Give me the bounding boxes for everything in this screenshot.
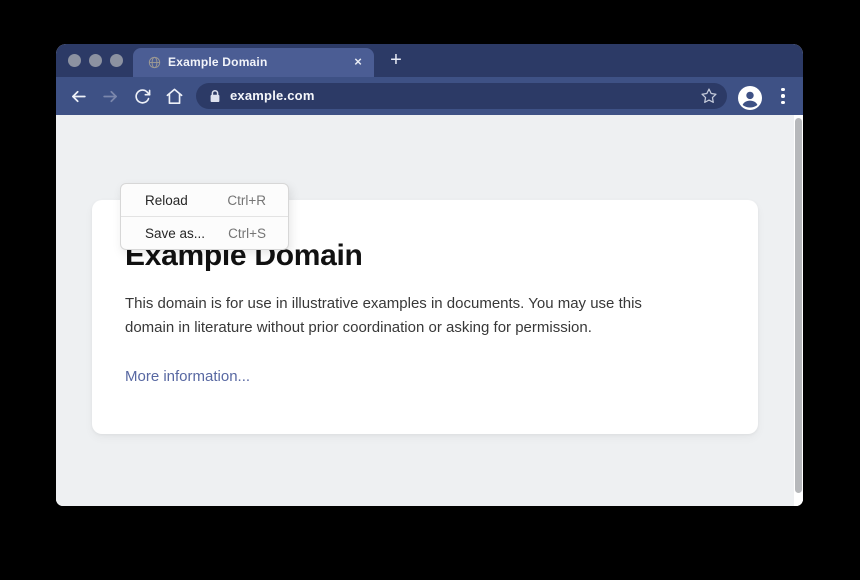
context-menu-item-reload[interactable]: Reload Ctrl+R [121, 184, 288, 216]
page-paragraph: This domain is for use in illustrative e… [125, 292, 725, 340]
menu-item-shortcut: Ctrl+S [228, 226, 266, 241]
window-minimize-button[interactable] [89, 54, 102, 67]
scrollbar-thumb[interactable] [795, 118, 802, 493]
home-icon [165, 87, 184, 106]
new-tab-button[interactable]: + [384, 49, 408, 73]
reload-icon [134, 88, 151, 105]
forward-button[interactable] [95, 81, 125, 111]
window-zoom-button[interactable] [110, 54, 123, 67]
screenshot-root: { "window": { "controls": { "close": "wi… [0, 0, 860, 580]
more-information-link[interactable]: More information... [125, 365, 250, 389]
menu-item-label: Reload [145, 193, 188, 208]
browser-window: Example Domain × + [56, 44, 803, 506]
context-menu: Reload Ctrl+R Save as... Ctrl+S [120, 183, 289, 250]
reload-button[interactable] [127, 81, 157, 111]
paragraph-line-1: This domain is for use in illustrative e… [125, 295, 642, 312]
globe-favicon-icon [148, 56, 161, 69]
url-text[interactable]: example.com [230, 83, 315, 109]
browser-menu-button[interactable] [775, 84, 791, 108]
bookmark-star-icon[interactable] [700, 87, 718, 105]
tab-close-icon[interactable]: × [349, 53, 367, 71]
menu-item-label: Save as... [145, 226, 205, 241]
tab-example-domain[interactable]: Example Domain × [133, 48, 374, 77]
menu-item-shortcut: Ctrl+R [227, 193, 266, 208]
home-button[interactable] [159, 81, 189, 111]
tab-strip: Example Domain × + [56, 44, 803, 77]
tab-title: Example Domain [168, 48, 268, 77]
page-viewport: Example Domain This domain is for use in… [56, 115, 803, 506]
padlock-icon[interactable] [209, 89, 221, 103]
profile-avatar-icon[interactable] [738, 86, 762, 110]
paragraph-line-2: domain in literature without prior coord… [125, 319, 592, 336]
browser-toolbar: example.com [56, 77, 803, 115]
window-close-button[interactable] [68, 54, 81, 67]
context-menu-item-save-as[interactable]: Save as... Ctrl+S [121, 217, 288, 249]
forward-arrow-icon [101, 87, 120, 106]
back-button[interactable] [63, 81, 93, 111]
address-bar[interactable]: example.com [196, 83, 727, 109]
back-arrow-icon [69, 87, 88, 106]
